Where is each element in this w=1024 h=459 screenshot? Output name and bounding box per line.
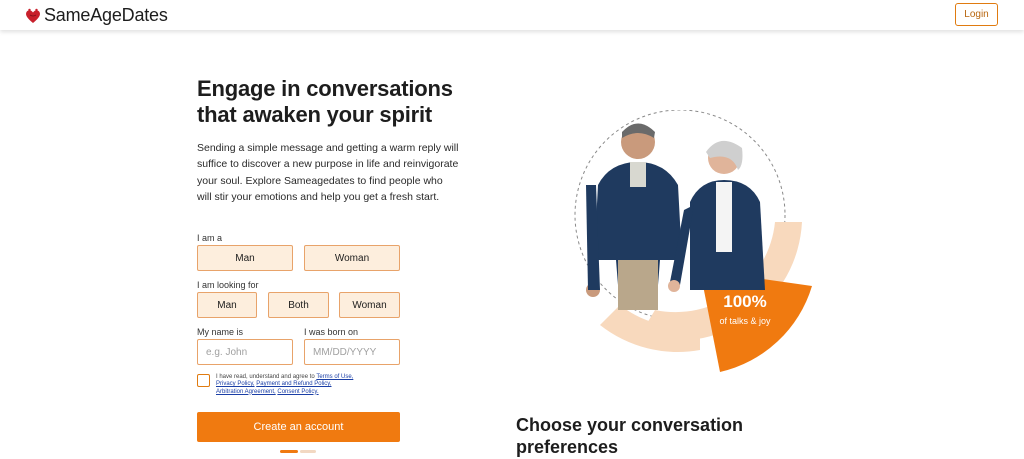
- man-figure: [586, 123, 682, 310]
- couple-illustration: [574, 110, 812, 372]
- terms-of-use-link[interactable]: Terms of Use,: [316, 374, 353, 380]
- gender-option-man[interactable]: Man: [197, 245, 293, 271]
- terms-prefix: I have read, understand and agree to: [216, 374, 317, 380]
- logo[interactable]: SameAgeDates: [25, 5, 168, 26]
- hero-title-line-2: that awaken your spirit: [197, 102, 433, 127]
- birthdate-label: I was born on: [304, 327, 359, 337]
- carousel-dot[interactable]: [300, 450, 316, 453]
- heart-logo-icon: [26, 8, 40, 23]
- hero-title-line-1: Engage in conversations: [197, 76, 453, 101]
- payment-refund-policy-link[interactable]: Payment and Refund Policy,: [256, 381, 331, 387]
- hero-description: Sending a simple message and getting a w…: [197, 142, 459, 204]
- stat-value: 100%: [723, 292, 767, 311]
- logo-text: SameAgeDates: [44, 5, 168, 25]
- birthdate-input[interactable]: MM/DD/YYYY: [304, 339, 400, 365]
- stat-label: of talks & joy: [719, 316, 771, 326]
- carousel-dot-active[interactable]: [280, 450, 298, 453]
- privacy-policy-link[interactable]: Privacy Policy,: [216, 381, 255, 387]
- name-input[interactable]: e.g. John: [197, 339, 293, 365]
- arbitration-agreement-link[interactable]: Arbitration Agreement,: [216, 389, 276, 395]
- top-nav: SameAgeDates Login: [0, 0, 1024, 30]
- looking-for-option-man[interactable]: Man: [197, 292, 257, 318]
- carousel-indicator: [280, 450, 316, 453]
- terms-checkbox[interactable]: [197, 374, 210, 387]
- woman-figure: [668, 140, 765, 292]
- create-account-button[interactable]: Create an account: [197, 412, 400, 442]
- looking-for-label: I am looking for: [197, 280, 259, 290]
- looking-for-option-woman[interactable]: Woman: [339, 292, 400, 318]
- terms-text: I have read, understand and agree to Ter…: [216, 374, 391, 396]
- hero-title: Engage in conversations that awaken your…: [197, 76, 497, 128]
- login-button[interactable]: Login: [955, 3, 998, 26]
- looking-for-option-both[interactable]: Both: [268, 292, 329, 318]
- consent-policy-link[interactable]: Consent Policy.: [277, 389, 318, 395]
- gender-option-woman[interactable]: Woman: [304, 245, 400, 271]
- name-label: My name is: [197, 327, 244, 337]
- gender-label: I am a: [197, 233, 223, 243]
- section-title: Choose your conversation preferences: [516, 415, 744, 457]
